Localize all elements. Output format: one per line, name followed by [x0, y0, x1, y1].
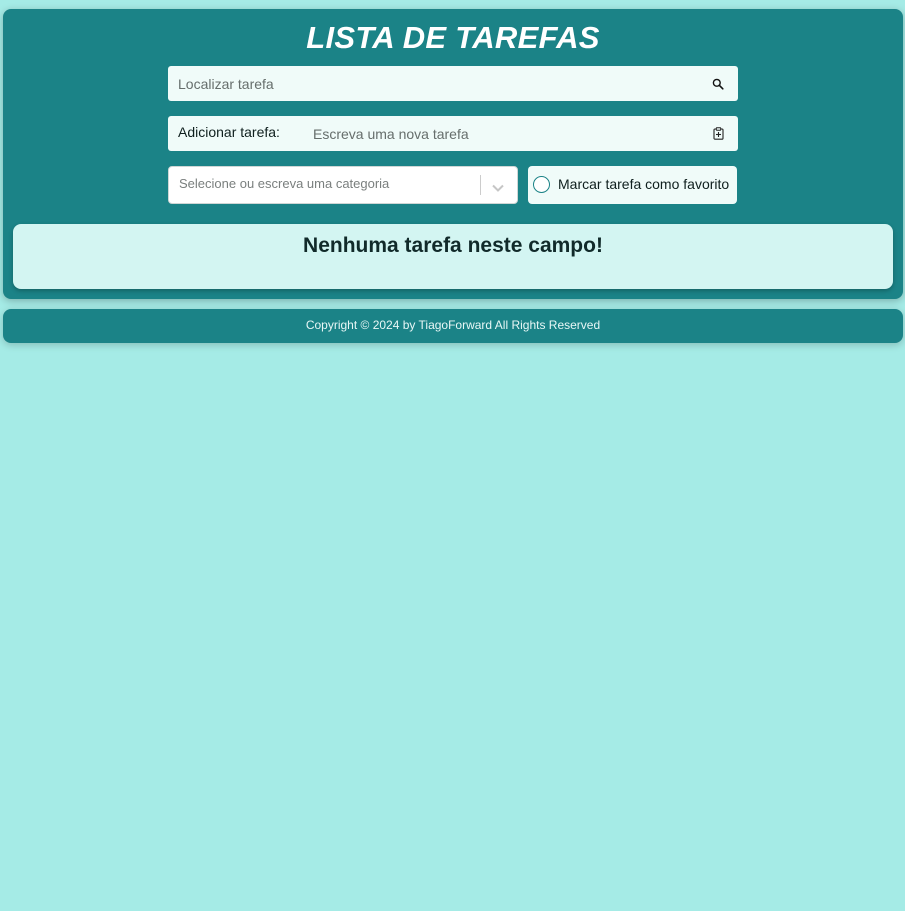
favorite-toggle[interactable]: Marcar tarefa como favorito [528, 166, 737, 204]
copyright-text: Copyright © 2024 by TiagoForward All Rig… [305, 318, 601, 332]
clipboard-icon[interactable] [713, 127, 724, 140]
empty-state-message: Nenhuma tarefa neste campo! [303, 234, 603, 257]
add-task-bar: Adicionar tarefa: [168, 116, 738, 151]
search-bar [168, 66, 738, 101]
category-placeholder: Selecione ou escreva uma categoria [179, 176, 390, 191]
page-title: LISTA DE TAREFAS [306, 20, 600, 55]
footer: Copyright © 2024 by TiagoForward All Rig… [3, 309, 903, 343]
new-task-input[interactable] [313, 116, 693, 151]
main-panel: LISTA DE TAREFAS Adicionar tarefa: Selec… [3, 9, 903, 299]
search-icon[interactable] [712, 77, 724, 90]
add-task-label: Adicionar tarefa: [178, 124, 280, 140]
category-select[interactable]: Selecione ou escreva uma categoria [168, 166, 518, 204]
select-separator [480, 175, 481, 195]
search-input[interactable] [178, 66, 698, 101]
favorite-label: Marcar tarefa como favorito [558, 176, 730, 192]
task-list: Nenhuma tarefa neste campo! [13, 224, 893, 289]
favorite-checkbox[interactable] [533, 176, 550, 193]
chevron-down-icon[interactable] [492, 180, 504, 192]
